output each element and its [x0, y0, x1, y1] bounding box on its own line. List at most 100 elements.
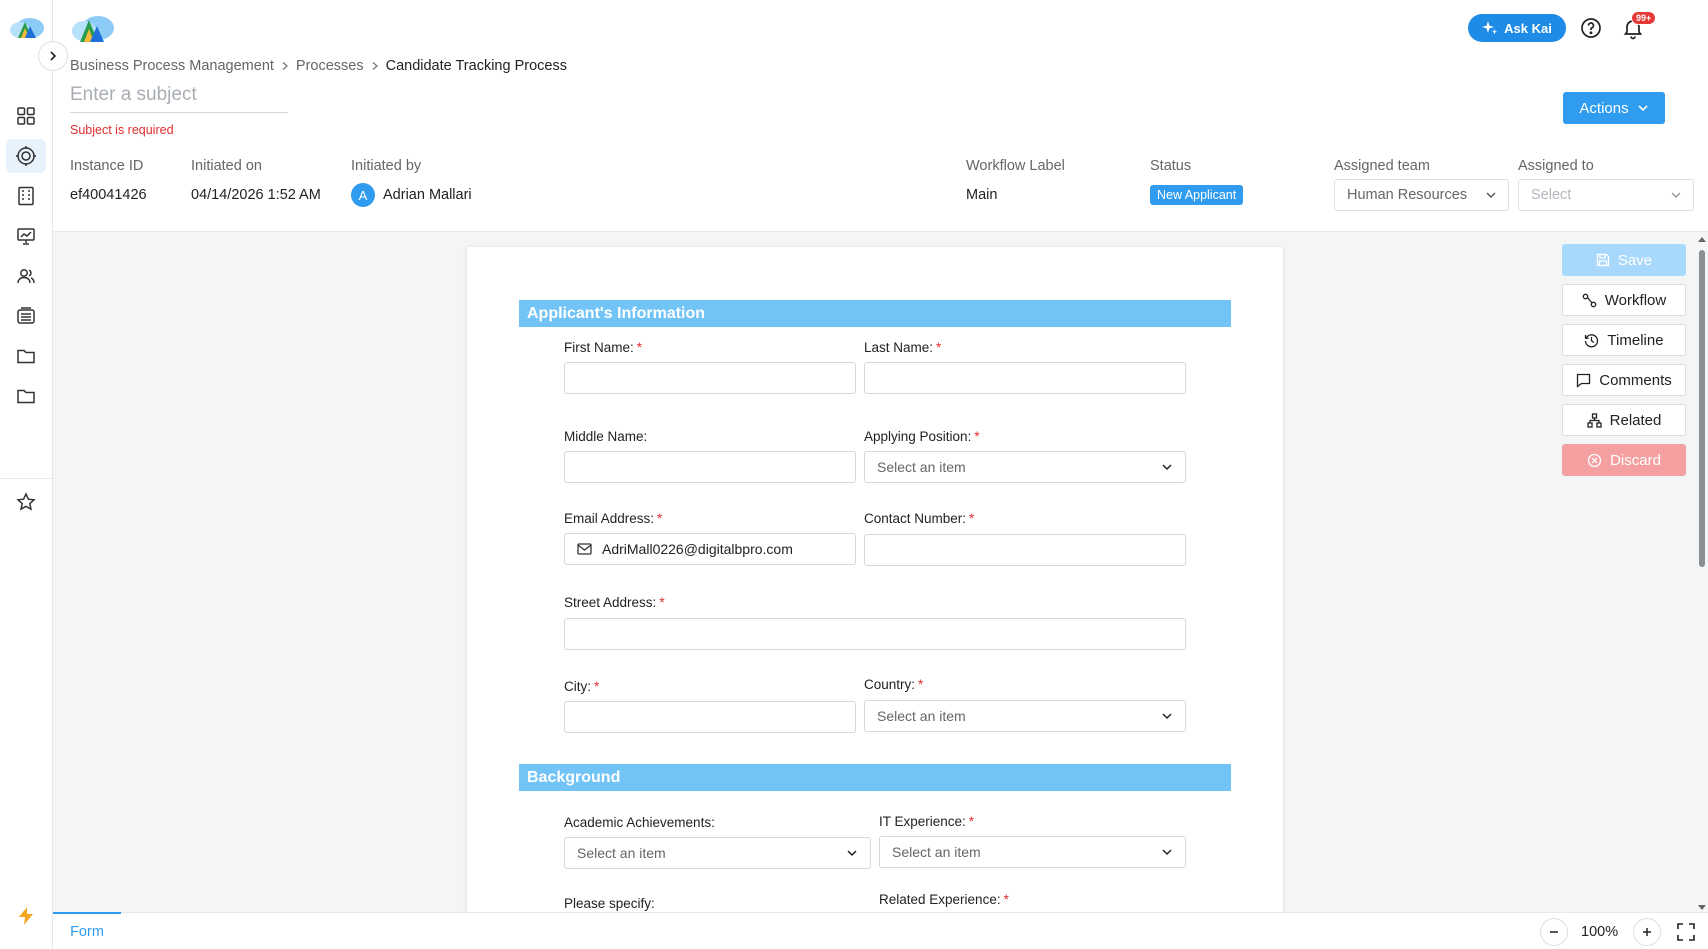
chevron-down-icon — [1638, 105, 1648, 112]
zoom-out-button[interactable] — [1540, 918, 1568, 946]
initiated-on-value: 04/14/2026 1:52 AM — [191, 187, 321, 203]
street-address-input[interactable] — [564, 618, 1186, 650]
select-placeholder: Select an item — [877, 708, 966, 724]
instance-id-value: ef40041426 — [70, 187, 147, 203]
academic-achievements-label: Academic Achievements: — [564, 815, 715, 830]
hierarchy-icon — [1586, 412, 1602, 428]
ask-kai-label: Ask Kai — [1504, 20, 1552, 36]
nav-folder-2[interactable] — [6, 379, 46, 413]
comments-label: Comments — [1599, 371, 1672, 389]
workflow-label-label: Workflow Label — [966, 158, 1065, 174]
assigned-team-label: Assigned team — [1334, 158, 1430, 174]
please-specify-label: Please specify: — [564, 896, 655, 911]
workflow-icon — [1582, 293, 1597, 307]
minus-icon — [1550, 931, 1558, 933]
breadcrumb-item[interactable]: Processes — [296, 58, 364, 74]
discard-button[interactable]: Discard — [1562, 444, 1686, 476]
help-icon[interactable] — [1579, 16, 1603, 40]
assigned-to-select[interactable]: Select — [1518, 179, 1694, 211]
chevron-down-icon — [1162, 713, 1172, 720]
actions-label: Actions — [1579, 99, 1629, 117]
fullscreen-icon[interactable] — [1675, 921, 1697, 943]
presentation-chart-icon — [17, 228, 35, 245]
initiated-by-label: Initiated by — [351, 158, 422, 174]
nav-users[interactable] — [6, 259, 46, 293]
related-experience-label: Related Experience: * — [879, 892, 1009, 907]
country-select[interactable]: Select an item — [864, 700, 1186, 732]
subject-input[interactable] — [70, 84, 288, 113]
close-circle-icon — [1587, 453, 1602, 467]
subject-error: Subject is required — [70, 123, 174, 137]
nav-presentation[interactable] — [6, 219, 46, 253]
nav-favorites[interactable] — [6, 485, 46, 519]
chevron-down-icon — [847, 850, 857, 857]
first-name-label: First Name: * — [564, 340, 643, 355]
brand-logo[interactable] — [70, 12, 116, 44]
expand-sidebar-button[interactable] — [38, 41, 68, 71]
section-background: Background — [519, 764, 1231, 791]
ask-kai-button[interactable]: Ask Kai — [1468, 14, 1566, 42]
instance-id-label: Instance ID — [70, 158, 144, 174]
assigned-to-value: Select — [1531, 187, 1572, 203]
save-button[interactable]: Save — [1562, 244, 1686, 276]
star-icon — [16, 492, 36, 511]
comment-icon — [1577, 373, 1591, 388]
left-rail — [0, 0, 68, 949]
nav-dashboard[interactable] — [6, 99, 46, 133]
breadcrumb: Business Process Management Processes Ca… — [70, 58, 567, 74]
applying-position-select[interactable]: Select an item — [864, 451, 1186, 483]
nav-buildings[interactable] — [6, 179, 46, 213]
mail-icon — [577, 543, 592, 555]
academic-achievements-select[interactable]: Select an item — [564, 837, 871, 869]
city-input[interactable] — [564, 701, 856, 733]
actions-button[interactable]: Actions — [1563, 92, 1665, 124]
building-icon — [18, 186, 34, 206]
city-label: City: * — [564, 679, 600, 694]
scroll-up-icon[interactable] — [1697, 235, 1707, 243]
workflow-button[interactable]: Workflow — [1562, 284, 1686, 316]
bottom-bar: Form 100% — [53, 912, 1708, 949]
middle-name-label: Middle Name: — [564, 429, 648, 444]
chevron-right-icon — [50, 51, 57, 61]
chevron-down-icon — [1671, 192, 1681, 198]
archive-icon — [17, 307, 35, 324]
chevron-down-icon — [1486, 192, 1496, 198]
contact-number-input[interactable] — [864, 534, 1186, 566]
lightning-icon[interactable] — [16, 906, 36, 926]
sparkle-icon — [1482, 21, 1498, 35]
grid-icon — [17, 107, 35, 125]
plus-icon — [1643, 928, 1651, 936]
notification-badge: 99+ — [1631, 11, 1657, 25]
workflow-label: Workflow — [1604, 291, 1667, 309]
nav-processes[interactable] — [6, 139, 46, 173]
first-name-input[interactable] — [564, 362, 856, 394]
scrollbar-thumb[interactable] — [1699, 250, 1705, 567]
middle-name-input[interactable] — [564, 451, 856, 483]
breadcrumb-item[interactable]: Business Process Management — [70, 58, 274, 74]
scroll-down-icon[interactable] — [1697, 904, 1707, 912]
timeline-button[interactable]: Timeline — [1562, 324, 1686, 356]
tab-form[interactable]: Form — [53, 912, 121, 949]
form-card: Applicant's Information First Name: * Las… — [467, 247, 1283, 913]
zoom-in-button[interactable] — [1633, 918, 1661, 946]
nav-archive[interactable] — [6, 299, 46, 333]
timeline-label: Timeline — [1607, 331, 1664, 349]
last-name-input[interactable] — [864, 362, 1186, 394]
comments-button[interactable]: Comments — [1562, 364, 1686, 396]
contact-number-label: Contact Number: * — [864, 511, 975, 526]
last-name-label: Last Name: * — [864, 340, 942, 355]
nav-folder-1[interactable] — [6, 339, 46, 373]
chevron-down-icon — [1162, 849, 1172, 856]
select-placeholder: Select an item — [892, 844, 981, 860]
assigned-team-select[interactable]: Human Resources — [1334, 179, 1509, 211]
it-experience-select[interactable]: Select an item — [879, 836, 1186, 868]
related-button[interactable]: Related — [1562, 404, 1686, 436]
discard-label: Discard — [1610, 451, 1661, 469]
users-icon — [17, 269, 35, 284]
history-icon — [1585, 333, 1599, 347]
status-label: Status — [1150, 158, 1192, 174]
workflow-label-value: Main — [966, 187, 998, 203]
street-address-label: Street Address: * — [564, 595, 665, 610]
app-logo[interactable] — [8, 14, 46, 40]
email-field[interactable]: AdriMall0226@digitalbpro.com — [564, 533, 856, 565]
